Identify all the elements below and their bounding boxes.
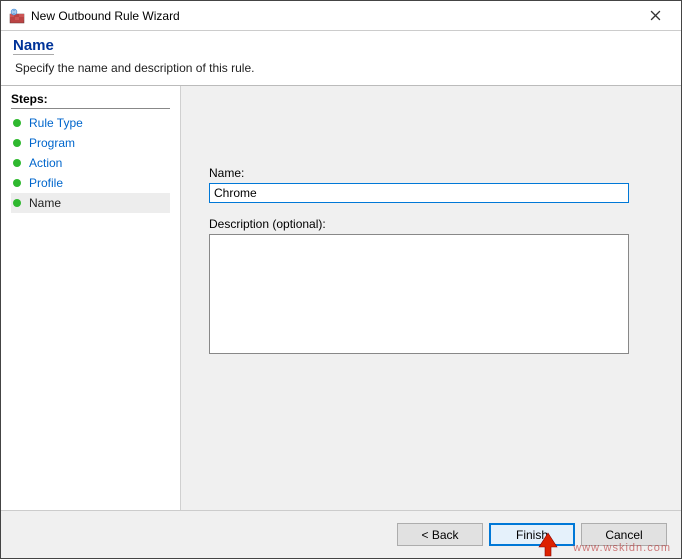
steps-sidebar: Steps: Rule Type Program Action Profile … bbox=[1, 86, 181, 510]
name-input[interactable] bbox=[209, 183, 629, 203]
step-label: Action bbox=[29, 156, 62, 170]
firewall-icon bbox=[9, 8, 25, 24]
step-action[interactable]: Action bbox=[11, 153, 170, 173]
bullet-icon bbox=[13, 159, 21, 167]
wizard-body: Steps: Rule Type Program Action Profile … bbox=[1, 86, 681, 510]
bullet-icon bbox=[13, 139, 21, 147]
wizard-window: New Outbound Rule Wizard Name Specify th… bbox=[0, 0, 682, 559]
name-label: Name: bbox=[209, 166, 653, 180]
titlebar: New Outbound Rule Wizard bbox=[1, 1, 681, 31]
close-button[interactable] bbox=[635, 2, 675, 30]
description-input[interactable] bbox=[209, 234, 629, 354]
step-label: Program bbox=[29, 136, 75, 150]
step-name[interactable]: Name bbox=[11, 193, 170, 213]
bullet-icon bbox=[13, 199, 21, 207]
page-title: Name bbox=[13, 37, 54, 55]
wizard-footer: < Back Finish Cancel bbox=[1, 510, 681, 558]
description-label: Description (optional): bbox=[209, 217, 653, 231]
step-profile[interactable]: Profile bbox=[11, 173, 170, 193]
bullet-icon bbox=[13, 119, 21, 127]
step-label: Name bbox=[29, 196, 61, 210]
finish-button[interactable]: Finish bbox=[489, 523, 575, 546]
steps-heading: Steps: bbox=[11, 92, 170, 109]
step-label: Profile bbox=[29, 176, 63, 190]
cancel-button[interactable]: Cancel bbox=[581, 523, 667, 546]
window-title: New Outbound Rule Wizard bbox=[31, 9, 635, 23]
step-rule-type[interactable]: Rule Type bbox=[11, 113, 170, 133]
step-program[interactable]: Program bbox=[11, 133, 170, 153]
wizard-header: Name Specify the name and description of… bbox=[1, 31, 681, 86]
page-subtitle: Specify the name and description of this… bbox=[15, 61, 669, 75]
main-panel: Name: Description (optional): bbox=[181, 86, 681, 510]
step-label: Rule Type bbox=[29, 116, 83, 130]
bullet-icon bbox=[13, 179, 21, 187]
back-button[interactable]: < Back bbox=[397, 523, 483, 546]
